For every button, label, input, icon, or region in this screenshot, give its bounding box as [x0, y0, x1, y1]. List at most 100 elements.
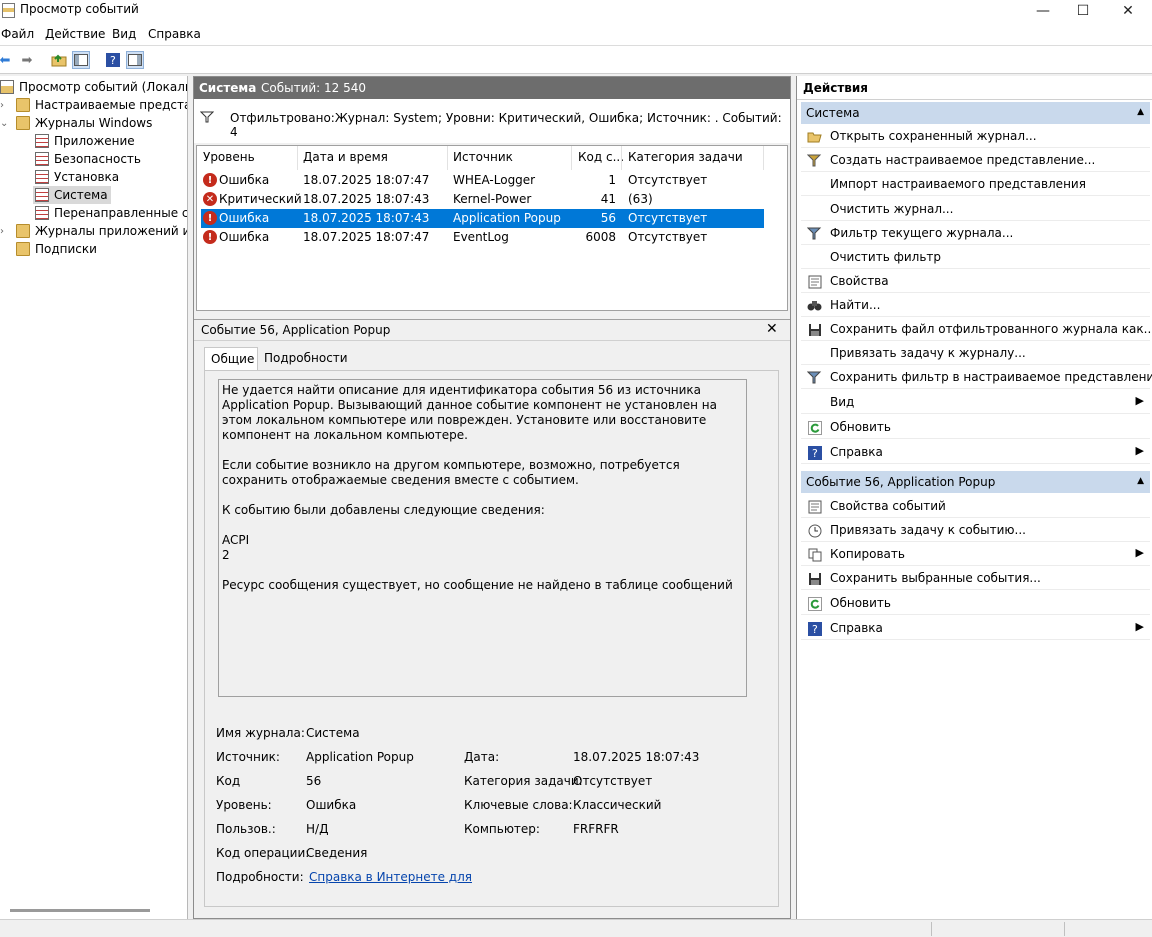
- menu-view[interactable]: Вид: [112, 27, 136, 41]
- log-icon: [35, 134, 49, 148]
- event-message[interactable]: Не удается найти описание для идентифика…: [218, 379, 747, 697]
- maximize-button[interactable]: ☐: [1063, 0, 1103, 22]
- actions-section-system[interactable]: Система ▲: [801, 102, 1150, 124]
- chevron-down-icon[interactable]: ⌄: [0, 118, 8, 129]
- action-save-filtered-log[interactable]: Сохранить файл отфильтрованного журнала …: [801, 318, 1152, 341]
- minimize-button[interactable]: —: [1023, 0, 1063, 22]
- column-separator[interactable]: [763, 146, 764, 170]
- action-copy[interactable]: Копировать ▶: [801, 543, 1150, 566]
- column-separator[interactable]: [571, 146, 572, 170]
- submenu-arrow-icon: ▶: [1135, 394, 1144, 407]
- submenu-arrow-icon: ▶: [1135, 546, 1144, 559]
- filter-create-icon: [807, 153, 822, 168]
- action-attach-task-to-event[interactable]: Привязать задачу к событию...: [801, 519, 1150, 542]
- table-row[interactable]: ✕ Критический 18.07.2025 18:07:43 Kernel…: [201, 190, 764, 209]
- menu-file[interactable]: Файл: [1, 27, 34, 41]
- action-help-event[interactable]: ? Справка ▶: [801, 617, 1150, 640]
- online-help-link[interactable]: Справка в Интернете для: [309, 870, 472, 884]
- submenu-arrow-icon: ▶: [1135, 620, 1144, 633]
- navigation-tree: Просмотр событий (Локальный) › Настраива…: [0, 76, 188, 919]
- submenu-arrow-icon: ▶: [1135, 444, 1144, 457]
- action-refresh[interactable]: Обновить: [801, 416, 1150, 439]
- events-table: Уровень Дата и время Источник Код с... К…: [196, 145, 788, 311]
- action-view[interactable]: Вид ▶: [801, 391, 1150, 414]
- chevron-right-icon[interactable]: ›: [0, 226, 4, 237]
- tree-windows-logs[interactable]: ⌄ Журналы Windows: [0, 114, 152, 132]
- svg-text:?: ?: [812, 623, 818, 636]
- column-date[interactable]: Дата и время: [303, 150, 388, 164]
- tree-custom-views[interactable]: › Настраиваемые представления: [0, 96, 187, 114]
- tree-setup[interactable]: Установка: [35, 168, 119, 186]
- back-icon[interactable]: ⬅: [0, 51, 14, 69]
- chevron-right-icon[interactable]: ›: [0, 100, 4, 111]
- tab-details[interactable]: Подробности: [258, 347, 348, 371]
- column-separator[interactable]: [297, 146, 298, 170]
- show-hide-tree-icon[interactable]: [72, 51, 90, 69]
- date-label: Дата:: [464, 750, 500, 764]
- action-help[interactable]: ? Справка ▶: [801, 441, 1150, 464]
- help-icon[interactable]: ?: [104, 51, 122, 69]
- up-folder-icon[interactable]: [50, 51, 68, 69]
- forward-icon[interactable]: ➡: [18, 51, 36, 69]
- column-separator[interactable]: [621, 146, 622, 170]
- action-save-filter-to-view[interactable]: Сохранить фильтр в настраиваемое предста…: [801, 366, 1152, 389]
- action-event-properties[interactable]: Свойства событий: [801, 495, 1150, 518]
- log-icon: [35, 152, 49, 166]
- copy-icon: [807, 547, 822, 562]
- column-category[interactable]: Категория задачи: [628, 150, 743, 164]
- table-row[interactable]: ! Ошибка 18.07.2025 18:07:47 EventLog 60…: [201, 228, 764, 247]
- action-find[interactable]: Найти...: [801, 294, 1150, 317]
- event-viewer-app-icon: [2, 3, 15, 18]
- tree-root[interactable]: Просмотр событий (Локальный): [0, 78, 187, 96]
- tree-system[interactable]: Система: [33, 186, 111, 204]
- tree-forwarded[interactable]: Перенаправленные события: [35, 204, 187, 222]
- column-code[interactable]: Код с...: [578, 150, 624, 164]
- action-clear-log[interactable]: Очистить журнал...: [801, 198, 1150, 221]
- filter-text: Отфильтровано:Журнал: System; Уровни: Кр…: [230, 111, 782, 139]
- error-icon: !: [203, 230, 217, 244]
- window-title: Просмотр событий: [20, 2, 139, 16]
- tree-horizontal-scrollbar[interactable]: [10, 909, 150, 912]
- action-filter-current-log[interactable]: Фильтр текущего журнала...: [801, 222, 1150, 245]
- action-attach-task-to-log[interactable]: Привязать задачу к журналу...: [801, 342, 1150, 365]
- tree-subscriptions[interactable]: Подписки: [16, 240, 97, 258]
- action-clear-filter[interactable]: Очистить фильтр: [801, 246, 1150, 269]
- close-detail-icon[interactable]: ✕: [766, 321, 778, 337]
- keywords-value: Классический: [573, 798, 662, 812]
- tree-application[interactable]: Приложение: [35, 132, 135, 150]
- error-icon: !: [203, 211, 217, 225]
- action-refresh-event[interactable]: Обновить: [801, 592, 1150, 615]
- refresh-icon: [807, 596, 822, 611]
- menu-help[interactable]: Справка: [148, 27, 201, 41]
- collapse-icon[interactable]: ▲: [1137, 107, 1144, 117]
- menu-action[interactable]: Действие: [45, 27, 105, 41]
- show-hide-actions-icon[interactable]: [126, 51, 144, 69]
- help-icon: ?: [807, 445, 822, 460]
- action-properties[interactable]: Свойства: [801, 270, 1150, 293]
- opcode-label: Код операции:: [216, 846, 310, 860]
- keywords-label: Ключевые слова:: [464, 798, 573, 812]
- action-import-custom-view[interactable]: Импорт настраиваемого представления: [801, 173, 1150, 196]
- status-separator: [931, 922, 932, 936]
- opcode-value: Сведения: [306, 846, 368, 860]
- tree-app-logs[interactable]: › Журналы приложений и служб: [0, 222, 187, 240]
- more-info-label: Подробности:: [216, 870, 304, 884]
- binoculars-icon: [807, 298, 822, 313]
- column-separator[interactable]: [447, 146, 448, 170]
- actions-section-event[interactable]: Событие 56, Application Popup ▲: [801, 471, 1150, 493]
- folder-icon: [16, 116, 30, 130]
- column-source[interactable]: Источник: [453, 150, 513, 164]
- action-save-selected-events[interactable]: Сохранить выбранные события...: [801, 567, 1150, 590]
- tree-security[interactable]: Безопасность: [35, 150, 141, 168]
- log-name-label: Имя журнала:: [216, 726, 305, 740]
- action-create-custom-view[interactable]: Создать настраиваемое представление...: [801, 149, 1150, 172]
- table-row[interactable]: ! Ошибка 18.07.2025 18:07:47 WHEA-Logger…: [201, 171, 764, 190]
- svg-text:?: ?: [110, 54, 116, 67]
- column-level[interactable]: Уровень: [203, 150, 255, 164]
- table-row-selected[interactable]: ! Ошибка 18.07.2025 18:07:43 Application…: [201, 209, 764, 228]
- close-window-button[interactable]: ✕: [1108, 0, 1148, 22]
- collapse-icon[interactable]: ▲: [1137, 476, 1144, 486]
- action-open-saved-log[interactable]: Открыть сохраненный журнал...: [801, 125, 1150, 148]
- code-value: 56: [306, 774, 322, 788]
- tab-general[interactable]: Общие: [204, 347, 258, 371]
